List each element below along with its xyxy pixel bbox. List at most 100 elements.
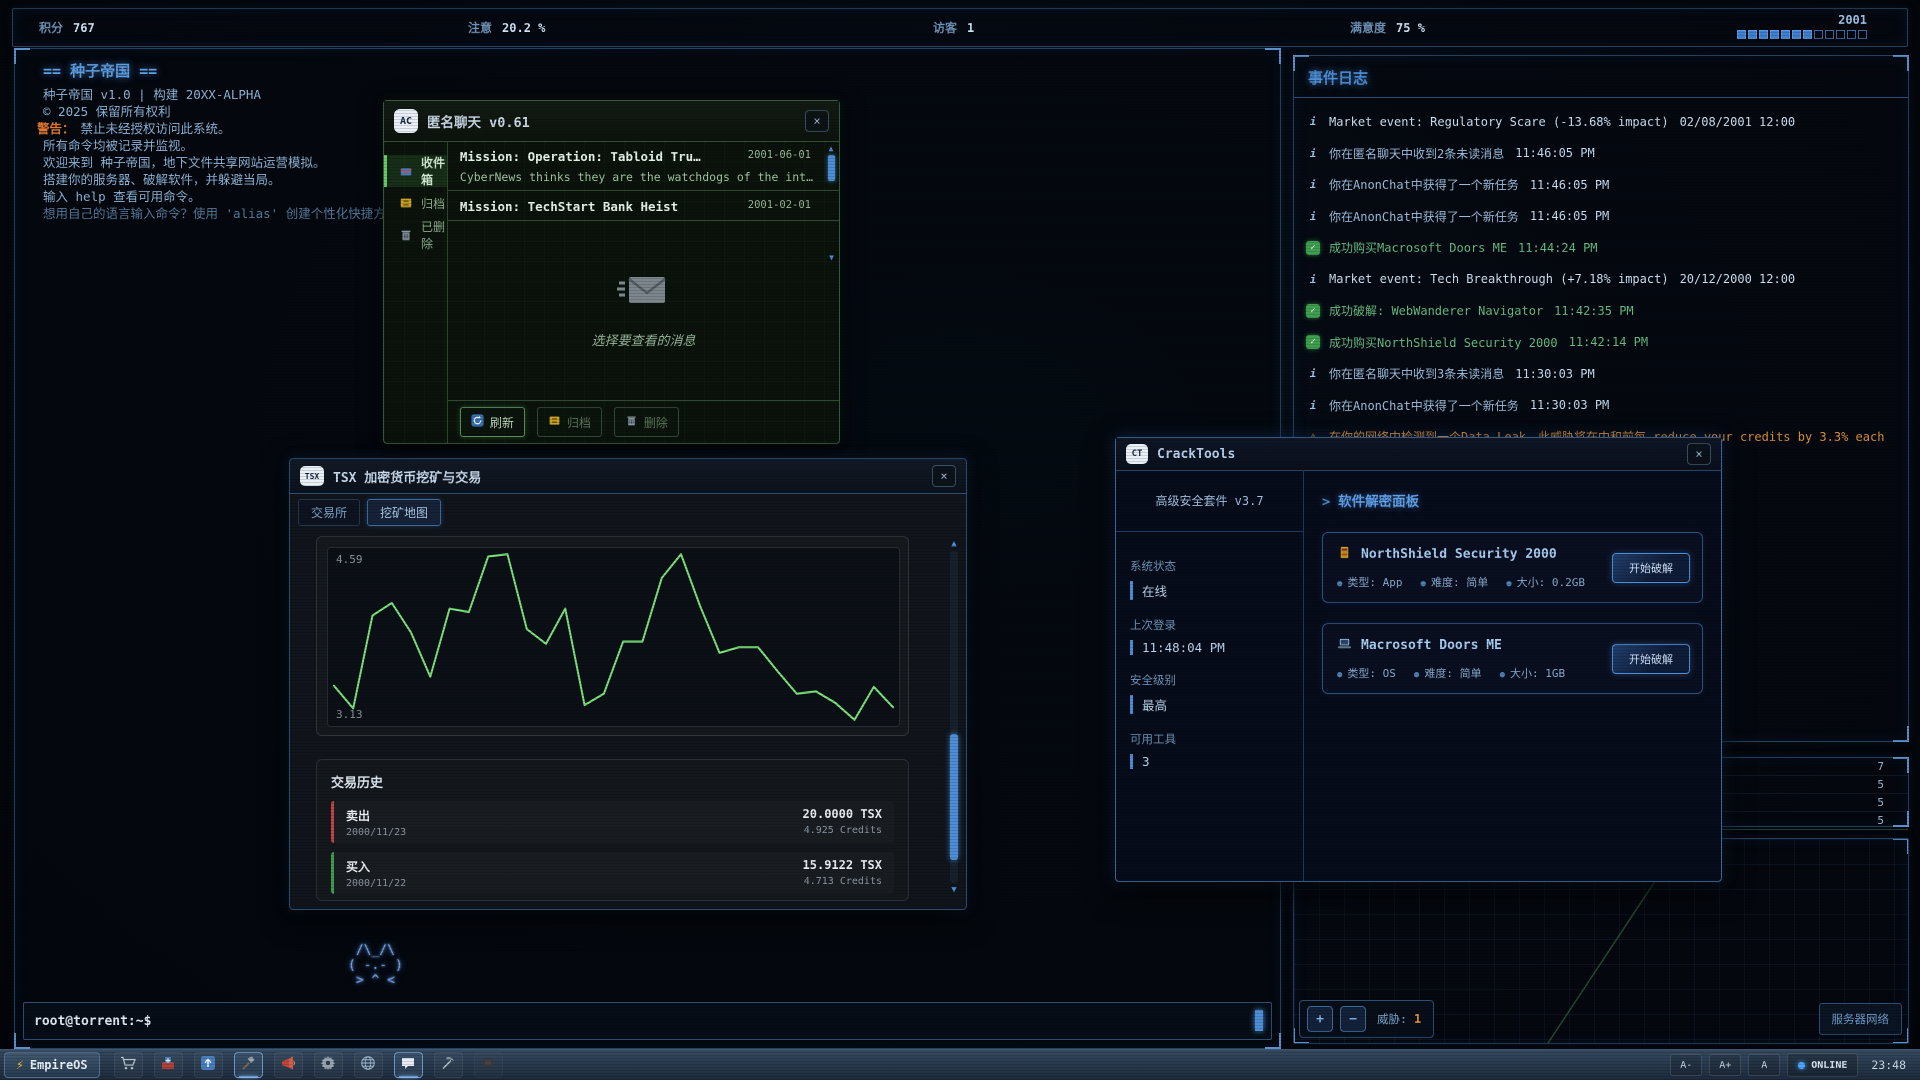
cracktools-titlebar[interactable]: CT CrackTools × [1116, 438, 1721, 471]
font-smaller-button[interactable]: A- [1670, 1054, 1702, 1076]
server-network-button[interactable]: 服务器网络 [1819, 1003, 1903, 1035]
mail-scrollbar[interactable]: ▲ [827, 145, 835, 181]
scroll-thumb[interactable] [828, 155, 835, 181]
trade-row[interactable]: 买入 2000/11/22 15.9122 TSX 4.713 Credits [331, 852, 894, 894]
year-progress: 2001 [1737, 13, 1867, 39]
mail-toolbar-button[interactable]: 删除 [614, 407, 679, 437]
decrypt-panel-title: 软件解密面板 [1338, 494, 1419, 510]
scroll-down-icon[interactable]: ▼ [829, 253, 834, 262]
terminal-line: © 2025 保留所有权利 [31, 103, 398, 120]
close-icon[interactable]: × [1687, 443, 1711, 465]
meta-difficulty: 难度: 简单 [1424, 667, 1481, 680]
score-group: 积分 767 [39, 9, 95, 46]
trade-credits: 4.925 Credits [804, 825, 882, 836]
globe-icon[interactable] [354, 1052, 383, 1078]
terminal-line: == 种子帝国 == [31, 63, 398, 80]
app-icon [120, 1055, 136, 1075]
scroll-down-icon[interactable]: ▼ [951, 885, 956, 895]
system-stat: 可用工具 3 [1116, 731, 1303, 769]
event-time: 11:46:05 PM [1515, 146, 1594, 160]
pickaxe-icon[interactable] [434, 1052, 463, 1078]
anonchat-titlebar[interactable]: AC 匿名聊天 v0.61 × [384, 101, 839, 142]
mail-folder-item[interactable]: 收件箱 [384, 155, 447, 187]
system-stat: 安全级别 最高 [1116, 672, 1303, 714]
satisfaction-value: 75 % [1396, 21, 1425, 35]
terminal-line: 输入 help 查看可用命令。 [31, 188, 398, 205]
NorthShield Security 2000: NorthShield Security 2000 ●类型: App ●难度: … [1322, 532, 1703, 603]
event-log-entry: 成功破解: WebWanderer Navigator 11:42:35 PM [1306, 295, 1896, 327]
stat-value: 5 [1877, 778, 1884, 791]
system-stat: 上次登录 11:48:04 PM [1116, 617, 1303, 655]
stat-value: 5 [1877, 814, 1884, 827]
terminal-output: == 种子帝国 == 种子帝国 v1.0 | 构建 20XX-ALPHA © 2… [31, 63, 398, 222]
tsx-tab[interactable]: 挖矿地图 [367, 499, 441, 526]
stat-value: 最高 [1130, 695, 1303, 714]
event-text: 你在AnonChat中获得了一个新任务 [1329, 208, 1519, 225]
event-text: 成功购买NorthShield Security 2000 [1329, 334, 1558, 351]
close-icon[interactable]: × [932, 465, 956, 487]
terminal-line: 想用自己的语言输入命令？使用 'alias' 创建个性化快捷方式 [31, 205, 398, 222]
app-icon [360, 1055, 376, 1075]
chat-bubble-icon[interactable] [394, 1052, 423, 1078]
close-icon[interactable]: × [805, 110, 829, 132]
scroll-up-icon[interactable]: ▲ [951, 539, 956, 549]
tsx-app-icon: TSX [300, 466, 324, 486]
mail-toolbar-button[interactable]: 刷新 [460, 407, 525, 437]
event-text: 成功购买Macrosoft Doors ME [1329, 239, 1507, 256]
locked-app-icon[interactable] [474, 1052, 503, 1078]
font-larger-button[interactable]: A+ [1709, 1054, 1741, 1076]
mail-folder-item[interactable]: 归档 [384, 187, 447, 219]
start-label: EmpireOS [30, 1058, 88, 1072]
event-text: 你在匿名聊天中收到3条未读消息 [1329, 365, 1504, 382]
text-cursor [1255, 1010, 1263, 1031]
megaphone-icon[interactable] [274, 1052, 303, 1078]
app-icon [240, 1055, 256, 1075]
anonchat-window: AC 匿名聊天 v0.61 × 收件箱 归档 已删除 [383, 100, 840, 444]
crack-target-cards: NorthShield Security 2000 ●类型: App ●难度: … [1322, 532, 1703, 694]
tab-label: 交易所 [311, 506, 347, 520]
event-status-icon [1306, 115, 1320, 129]
zoom-in-button[interactable]: + [1307, 1006, 1333, 1032]
event-time: 11:44:24 PM [1518, 241, 1597, 255]
command-input[interactable]: root@torrent:~$ [23, 1002, 1272, 1040]
chart-min-label: 3.13 [336, 708, 363, 721]
scroll-track[interactable] [950, 551, 958, 883]
system-stat: 系统状态 在线 [1116, 558, 1303, 600]
year-value: 2001 [1737, 13, 1867, 27]
event-log-entry: 你在匿名聊天中收到3条未读消息 11:30:03 PM [1306, 358, 1896, 390]
mail-preview-pane: 选择要查看的消息 [448, 221, 839, 400]
upload-icon[interactable] [194, 1052, 223, 1078]
event-log-entry: 成功购买Macrosoft Doors ME 11:44:24 PM [1306, 232, 1896, 264]
font-reset-button[interactable]: A [1748, 1054, 1780, 1076]
attention-label: 注意 [468, 19, 492, 36]
tsx-tab[interactable]: 交易所 [298, 499, 360, 526]
auction-hammer-icon[interactable] [234, 1052, 263, 1078]
visitors-value: 1 [967, 21, 974, 35]
mail-folder-item[interactable]: 已删除 [384, 219, 447, 251]
scroll-up-icon[interactable]: ▲ [829, 145, 834, 153]
attention-value: 20.2 % [502, 21, 545, 35]
installer-icon[interactable] [154, 1052, 183, 1078]
shop-cart-icon[interactable] [114, 1052, 143, 1078]
mail-toolbar-button[interactable]: 归档 [537, 407, 602, 437]
mail-date: 2001-02-01 [748, 199, 811, 211]
tsx-scrollbar[interactable]: ▲ ▼ [949, 539, 959, 895]
button-label: 归档 [567, 414, 591, 431]
event-time: 11:46:05 PM [1530, 178, 1609, 192]
start-menu-button[interactable]: ⚡ EmpireOS [4, 1052, 100, 1078]
zoom-out-button[interactable]: − [1340, 1006, 1366, 1032]
stat-label: 安全级别 [1130, 672, 1303, 688]
mail-item[interactable]: Mission: Operation: Tabloid Tru… 2001-06… [448, 141, 839, 191]
tsx-titlebar[interactable]: TSX TSX 加密货币挖矿与交易 × [290, 459, 966, 494]
trade-row[interactable]: 卖出 2000/11/23 20.0000 TSX 4.925 Credits [331, 801, 894, 843]
mail-item[interactable]: Mission: TechStart Bank Heist 2001-02-01 [448, 191, 839, 221]
button-icon [625, 414, 638, 430]
app-icon [480, 1055, 496, 1075]
mail-items: Mission: Operation: Tabloid Tru… 2001-06… [448, 141, 839, 221]
terminal-line-text: == 种子帝国 == [43, 63, 157, 80]
start-crack-button[interactable]: 开始破解 [1612, 644, 1690, 674]
scroll-thumb[interactable] [950, 734, 958, 860]
settings-gear-icon[interactable] [314, 1052, 343, 1078]
taskbar-app-icons [114, 1052, 503, 1078]
start-crack-button[interactable]: 开始破解 [1612, 553, 1690, 583]
